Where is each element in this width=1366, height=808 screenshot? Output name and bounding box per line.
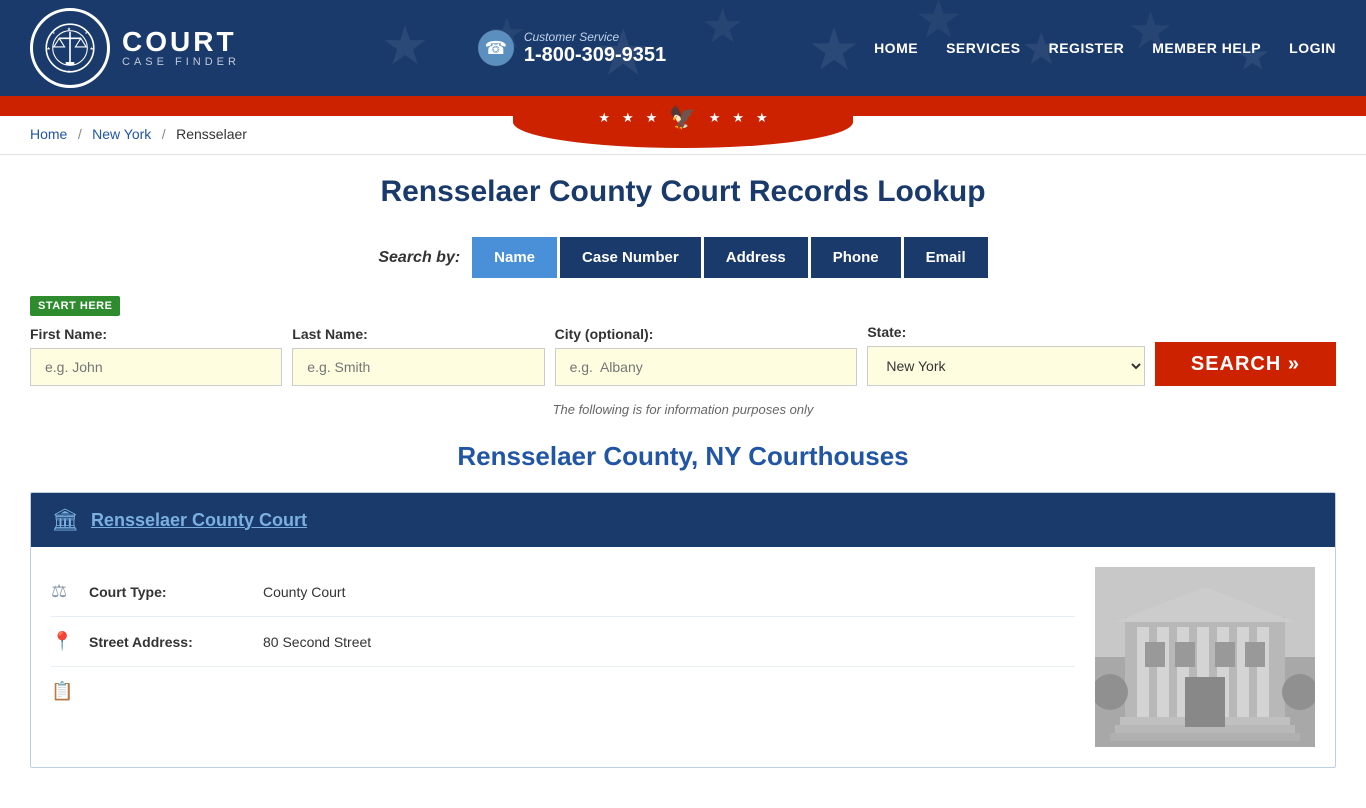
detail-row-court-type: ⚖ Court Type: County Court <box>51 567 1075 617</box>
detail-row-extra: 📋 <box>51 667 1075 716</box>
courthouse-details: ⚖ Court Type: County Court 📍 Street Addr… <box>51 567 1075 716</box>
nav-services[interactable]: SERVICES <box>946 40 1021 56</box>
breadcrumb-home-link[interactable]: Home <box>30 126 67 142</box>
start-here-badge: START HERE <box>30 296 120 316</box>
site-header: ★ ★ ★ ★ ★ ★ ★ ★ ★ ★ ★ ★ <box>0 0 1366 96</box>
courthouse-card: 🏛 Rensselaer County Court ⚖ Court Type: … <box>30 492 1336 768</box>
star-right-3: ★ <box>756 110 768 126</box>
svg-text:★: ★ <box>85 31 88 35</box>
search-by-label: Search by: <box>378 249 460 267</box>
logo-court-text: COURT <box>122 28 240 56</box>
courthouse-name-link[interactable]: Rensselaer County Court <box>91 510 307 531</box>
breadcrumb-county: Rensselaer <box>176 126 247 142</box>
svg-text:★: ★ <box>46 46 50 51</box>
svg-text:★: ★ <box>90 46 94 51</box>
search-form-area: START HERE First Name: Last Name: City (… <box>30 296 1336 386</box>
svg-text:★: ★ <box>52 31 55 35</box>
tab-email[interactable]: Email <box>904 237 988 278</box>
state-group: State: New York Alabama Alaska Californi… <box>867 324 1145 386</box>
eagle-icon: 🦅 <box>669 105 696 131</box>
phone-icon: ☎ <box>478 30 514 66</box>
tab-phone[interactable]: Phone <box>811 237 901 278</box>
address-icon: 📍 <box>51 631 75 652</box>
star-left-2: ★ <box>622 110 634 126</box>
court-type-icon: ⚖ <box>51 581 75 602</box>
svg-text:★: ★ <box>701 1 744 54</box>
address-value: 80 Second Street <box>263 634 371 650</box>
nav-register[interactable]: REGISTER <box>1049 40 1125 56</box>
nav-login[interactable]: LOGIN <box>1289 40 1336 56</box>
svg-text:★: ★ <box>808 17 861 82</box>
courthouse-body: ⚖ Court Type: County Court 📍 Street Addr… <box>31 547 1335 767</box>
phone-details: Customer Service 1-800-309-9351 <box>524 30 666 67</box>
main-content: Rensselaer County Court Records Lookup S… <box>0 155 1366 808</box>
tab-name[interactable]: Name <box>472 237 557 278</box>
logo[interactable]: ★ ★ ★ ★ ★ ★ COURT CASE FINDER <box>30 8 240 88</box>
tab-case-number[interactable]: Case Number <box>560 237 701 278</box>
first-name-input[interactable] <box>30 348 282 386</box>
page-title: Rensselaer County Court Records Lookup <box>30 175 1336 209</box>
logo-text: COURT CASE FINDER <box>122 28 240 68</box>
svg-text:★: ★ <box>381 17 429 76</box>
star-left-1: ★ <box>598 110 610 126</box>
star-right-2: ★ <box>732 110 744 126</box>
logo-case-finder-text: CASE FINDER <box>122 56 240 68</box>
tab-address[interactable]: Address <box>704 237 808 278</box>
customer-service-label: Customer Service <box>524 30 666 44</box>
court-type-label: Court Type: <box>89 584 249 600</box>
star-right-1: ★ <box>709 110 721 126</box>
city-input[interactable] <box>555 348 858 386</box>
city-label: City (optional): <box>555 326 858 342</box>
state-select[interactable]: New York Alabama Alaska California Flori… <box>867 346 1145 386</box>
courthouse-building-icon: 🏛 <box>51 507 79 533</box>
main-nav: HOME SERVICES REGISTER MEMBER HELP LOGIN <box>874 40 1336 56</box>
svg-text:★: ★ <box>67 27 71 32</box>
search-tabs-row: Search by: Name Case Number Address Phon… <box>30 237 1336 278</box>
county-section-title: Rensselaer County, NY Courthouses <box>30 441 1336 472</box>
search-form-row: First Name: Last Name: City (optional): … <box>30 324 1336 386</box>
breadcrumb-sep-1: / <box>78 126 82 142</box>
breadcrumb-state-link[interactable]: New York <box>92 126 151 142</box>
courthouse-image <box>1095 567 1315 747</box>
disclaimer-text: The following is for information purpose… <box>30 402 1336 417</box>
customer-service: ☎ Customer Service 1-800-309-9351 <box>478 30 666 67</box>
nav-home[interactable]: HOME <box>874 40 918 56</box>
nav-member-help[interactable]: MEMBER HELP <box>1152 40 1261 56</box>
last-name-label: Last Name: <box>292 326 544 342</box>
state-label: State: <box>867 324 1145 340</box>
city-group: City (optional): <box>555 326 858 386</box>
address-label: Street Address: <box>89 634 249 650</box>
phone-number: 1-800-309-9351 <box>524 44 666 67</box>
eagle-banner: ★ ★ ★ 🦅 ★ ★ ★ <box>513 96 853 148</box>
detail-row-address: 📍 Street Address: 80 Second Street <box>51 617 1075 667</box>
svg-text:★: ★ <box>67 69 71 74</box>
extra-icon: 📋 <box>51 681 75 702</box>
last-name-input[interactable] <box>292 348 544 386</box>
logo-circle: ★ ★ ★ ★ ★ ★ <box>30 8 110 88</box>
courthouse-card-header: 🏛 Rensselaer County Court <box>31 493 1335 547</box>
court-type-value: County Court <box>263 584 345 600</box>
breadcrumb-sep-2: / <box>162 126 166 142</box>
first-name-group: First Name: <box>30 326 282 386</box>
search-section: Search by: Name Case Number Address Phon… <box>30 237 1336 417</box>
first-name-label: First Name: <box>30 326 282 342</box>
last-name-group: Last Name: <box>292 326 544 386</box>
star-left-3: ★ <box>646 110 658 126</box>
search-button[interactable]: SEARCH » <box>1155 342 1336 386</box>
